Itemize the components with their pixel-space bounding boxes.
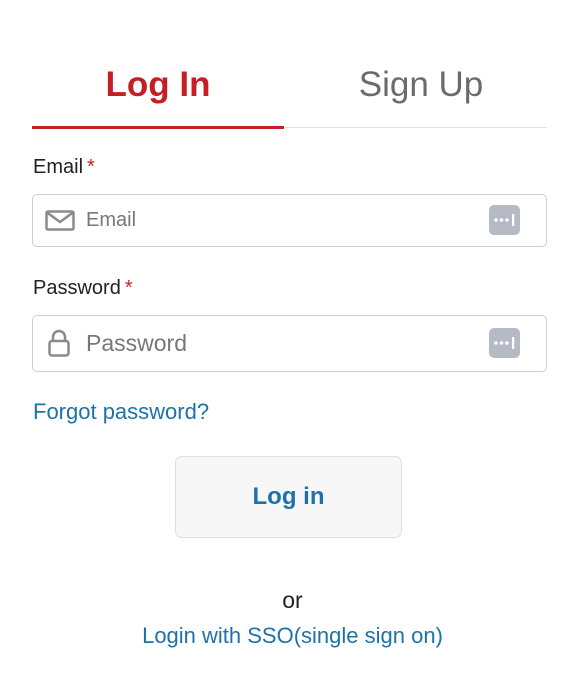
password-field-wrapper xyxy=(32,315,547,372)
password-manager-icon[interactable] xyxy=(489,328,520,358)
email-field-wrapper xyxy=(32,194,547,247)
sso-login-label: Login with SSO(single sign on) xyxy=(142,623,443,648)
login-button[interactable]: Log in xyxy=(175,456,402,538)
tab-signup-label: Sign Up xyxy=(358,65,484,104)
password-label: Password * xyxy=(33,277,133,300)
active-tab-indicator xyxy=(32,126,284,129)
lock-icon xyxy=(48,329,70,362)
or-divider-text: or xyxy=(282,587,303,613)
required-asterisk: * xyxy=(87,156,95,178)
password-input[interactable] xyxy=(86,316,466,371)
tab-login[interactable]: Log In xyxy=(32,52,284,127)
tab-login-label: Log In xyxy=(105,65,211,104)
email-input[interactable] xyxy=(86,195,466,246)
password-manager-icon[interactable] xyxy=(489,205,520,235)
forgot-password-link[interactable]: Forgot password? xyxy=(33,399,209,425)
tab-signup[interactable]: Sign Up xyxy=(295,52,547,127)
email-label-text: Email xyxy=(33,156,84,178)
envelope-icon xyxy=(45,210,75,236)
required-asterisk: * xyxy=(124,277,133,299)
sso-login-link[interactable]: Login with SSO(single sign on) xyxy=(0,623,585,649)
auth-tabs: Log In Sign Up xyxy=(32,52,547,129)
password-label-text: Password xyxy=(33,277,121,299)
email-label: Email * xyxy=(33,156,95,179)
